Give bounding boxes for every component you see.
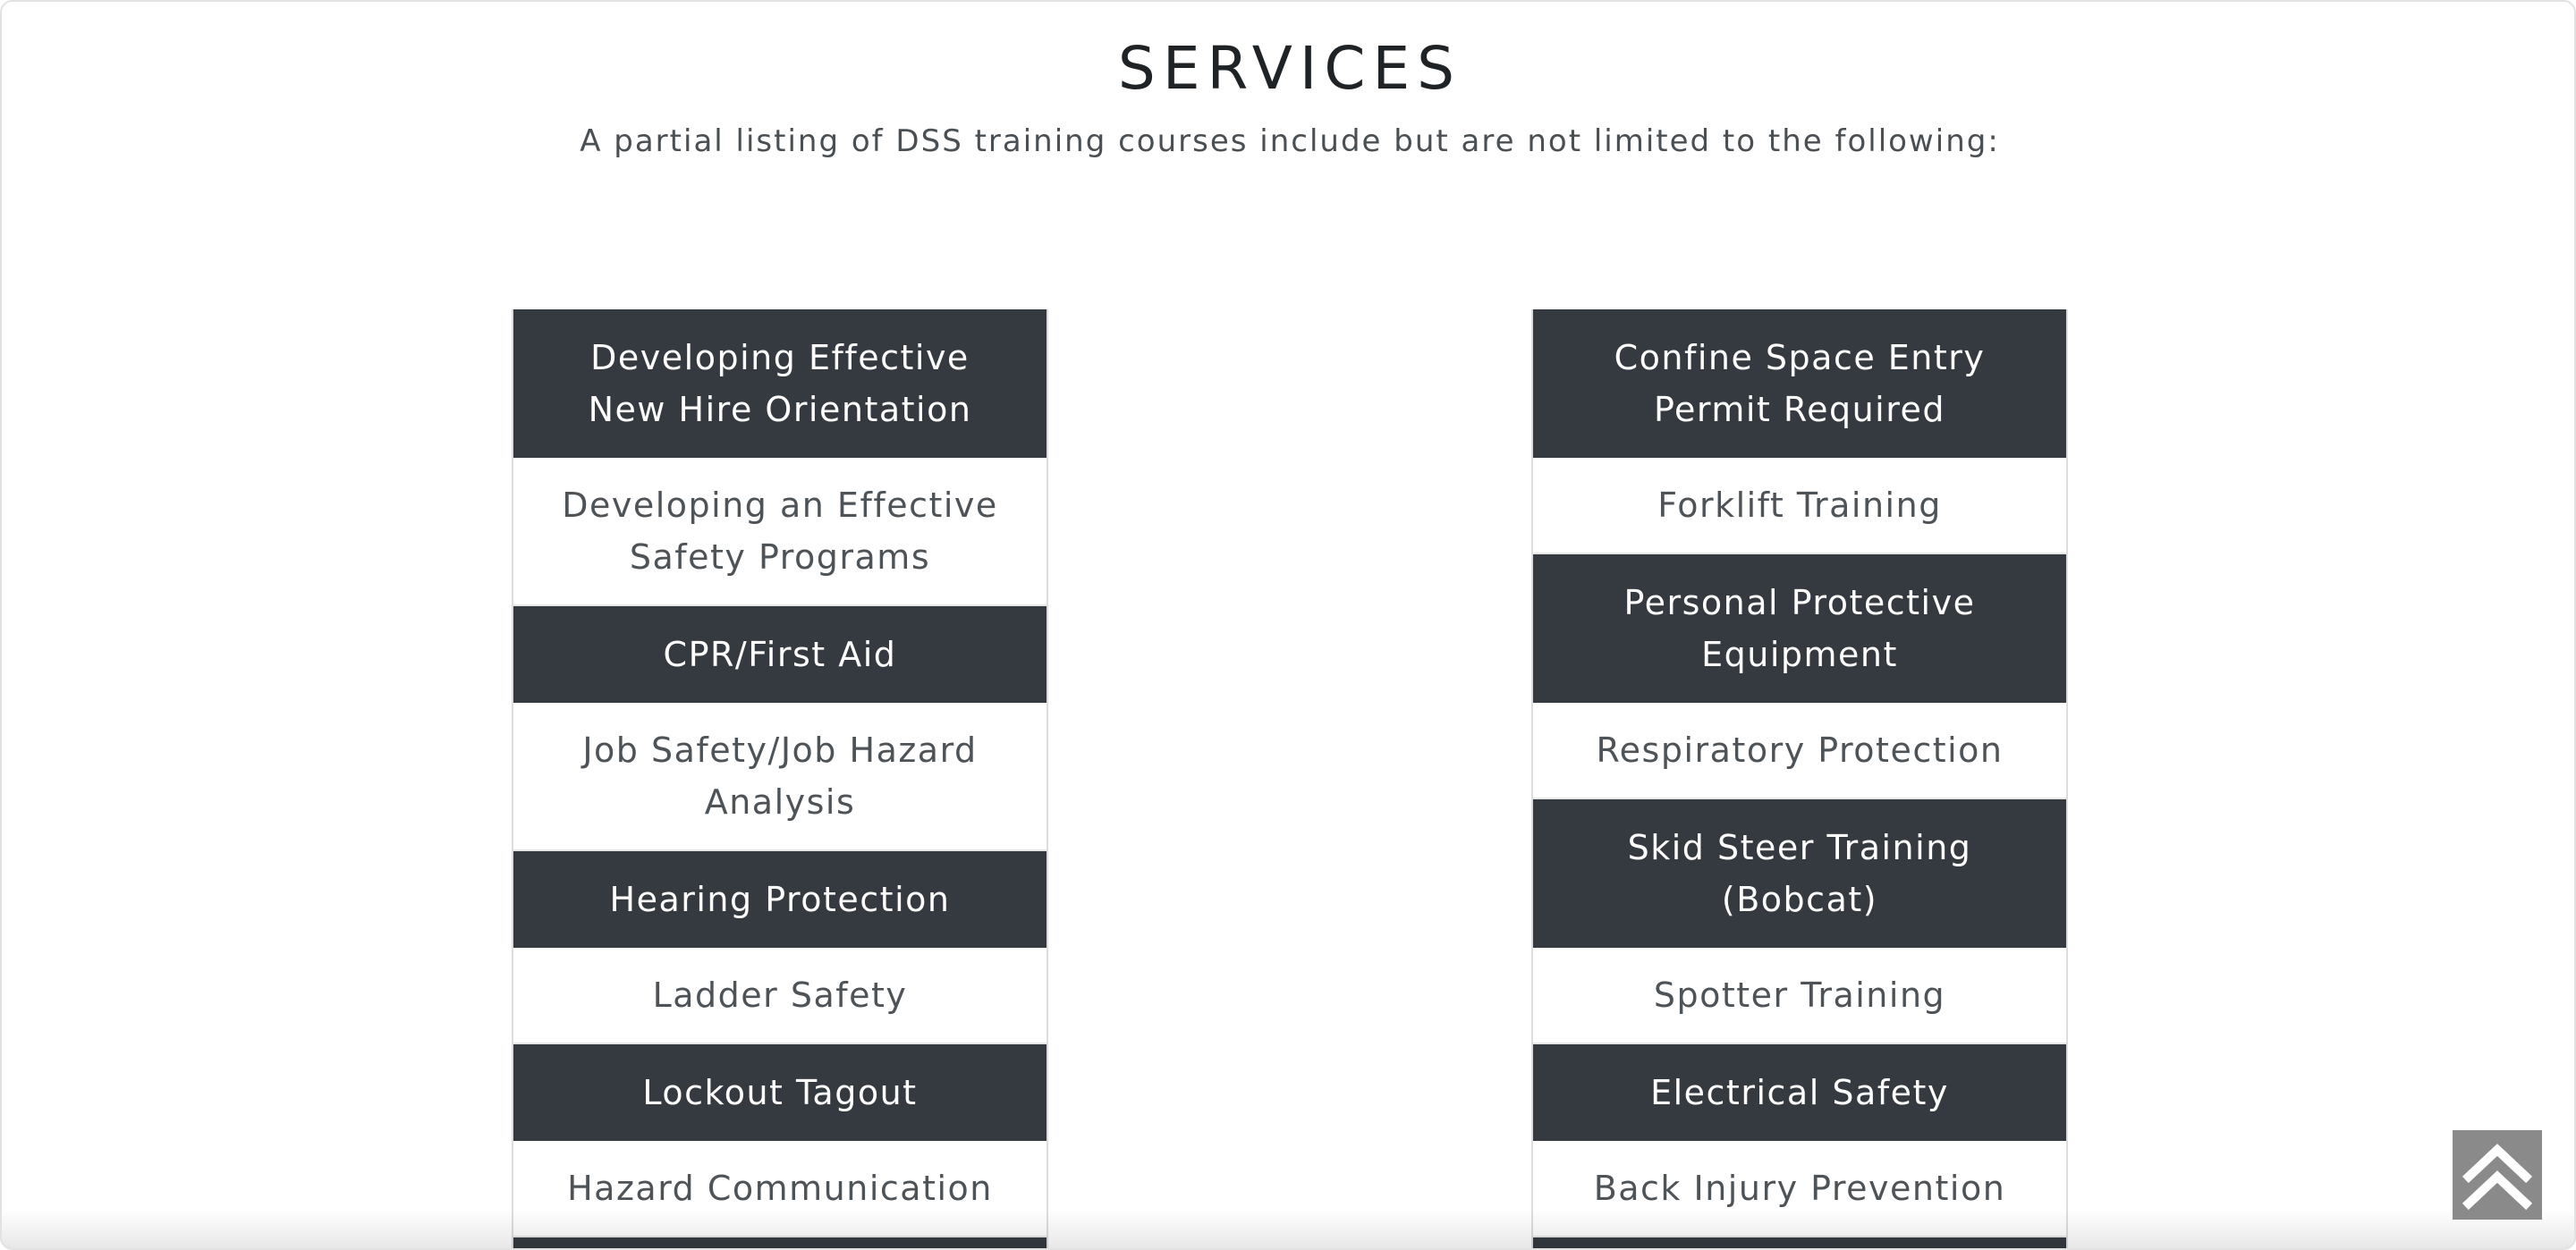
list-item: Lockout Tagout <box>513 1044 1046 1141</box>
list-item: Personal Protective Equipment <box>1533 554 2066 703</box>
list-item-label: Hazard Communication <box>567 1169 993 1208</box>
list-item-partial <box>1533 1237 2066 1248</box>
list-item-label: Developing an Effective Safety Programs <box>562 486 998 577</box>
list-item-label: Back Injury Prevention <box>1593 1169 2006 1208</box>
list-item-label: Forklift Training <box>1657 486 1942 525</box>
list-item: Respiratory Protection <box>1533 703 2066 799</box>
list-item-label: Electrical Safety <box>1650 1073 1949 1112</box>
list-item: Skid Steer Training (Bobcat) <box>1533 799 2066 948</box>
double-chevron-up-icon <box>2462 1144 2533 1211</box>
page-subtitle: A partial listing of DSS training course… <box>580 123 2000 159</box>
list-item: Back Injury Prevention <box>1533 1141 2066 1237</box>
list-item-label: Respiratory Protection <box>1596 731 2004 770</box>
list-item-label: Hearing Protection <box>609 880 951 919</box>
list-item: CPR/First Aid <box>513 606 1046 703</box>
list-item-partial <box>513 1237 1046 1248</box>
list-item-label: Confine Space Entry Permit Required <box>1614 338 1986 429</box>
page-title: SERVICES <box>1117 34 1462 103</box>
list-item: Confine Space Entry Permit Required <box>1533 309 2066 458</box>
list-item-label: Ladder Safety <box>652 976 908 1015</box>
bottom-shadow <box>2 1209 2574 1248</box>
list-item-label: Job Safety/Job Hazard Analysis <box>582 731 978 822</box>
list-item: Forklift Training <box>1533 458 2066 554</box>
list-item: Hearing Protection <box>513 851 1046 948</box>
services-list-right: Confine Space Entry Permit Required Fork… <box>1531 309 2068 1248</box>
list-item-label: Developing Effective New Hire Orientatio… <box>588 338 972 429</box>
list-item: Developing an Effective Safety Programs <box>513 458 1046 606</box>
list-item-label: Spotter Training <box>1653 976 1946 1015</box>
list-item: Job Safety/Job Hazard Analysis <box>513 703 1046 851</box>
list-item-label: Lockout Tagout <box>642 1073 918 1112</box>
scroll-to-top-button[interactable] <box>2453 1130 2542 1220</box>
list-item-label: Personal Protective Equipment <box>1623 583 1976 674</box>
list-item: Developing Effective New Hire Orientatio… <box>513 309 1046 458</box>
list-item: Electrical Safety <box>1533 1044 2066 1141</box>
list-item: Ladder Safety <box>513 948 1046 1044</box>
services-list-left: Developing Effective New Hire Orientatio… <box>512 309 1048 1248</box>
list-item: Spotter Training <box>1533 948 2066 1044</box>
list-item-label: CPR/First Aid <box>663 635 897 674</box>
list-item: Hazard Communication <box>513 1141 1046 1237</box>
list-item-label: Skid Steer Training (Bobcat) <box>1627 828 1972 919</box>
services-page: SERVICES A partial listing of DSS traini… <box>0 0 2576 1250</box>
